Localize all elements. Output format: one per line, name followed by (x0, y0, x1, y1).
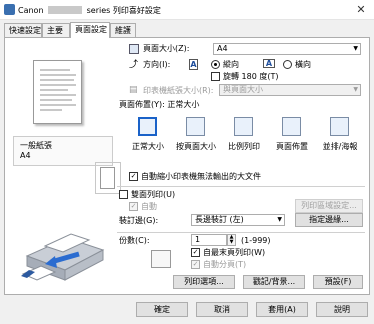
printer-paper-size-value: 與頁面大小 (223, 85, 263, 94)
page-layout-icon (282, 117, 301, 136)
cancel-button[interactable]: 取消 (196, 302, 248, 317)
chevron-down-icon: ▼ (277, 216, 282, 223)
page-setup-panel: 一般紙張 A4 頁面大小(Z): A4 ▼ ⤴ 方向(I): A 縱向 A 橫向… (4, 37, 370, 295)
landscape-label: 橫向 (295, 60, 311, 69)
copies-order-icon (151, 250, 171, 268)
collate-checkbox[interactable]: ✓ (191, 260, 200, 269)
layout-option-label: 正常大小 (132, 142, 164, 151)
page-size-value: A4 (217, 44, 228, 53)
page-layout-current: 正常大小 (167, 100, 200, 109)
binding-select[interactable]: 長邊裝訂 (左) ▼ (191, 214, 285, 226)
duplex-checkbox[interactable] (119, 190, 128, 199)
layout-option-scaled[interactable]: 比例列印 (221, 114, 267, 159)
rotate-180-checkbox[interactable] (211, 72, 220, 81)
title-bar: Canon series 列印喜好設定 ✕ (0, 0, 374, 20)
divider (117, 186, 365, 187)
binding-value: 長邊裝訂 (左) (195, 215, 244, 224)
fit-to-page-icon (186, 117, 205, 136)
landscape-radio[interactable] (283, 60, 292, 69)
ok-button[interactable]: 確定 (136, 302, 188, 317)
specify-margin-button[interactable]: 指定邊緣... (295, 213, 363, 227)
portrait-a-icon: A (189, 59, 198, 70)
window-title-prefix: Canon (18, 6, 44, 15)
page-layout-label-text: 頁面佈置(Y): (119, 100, 165, 109)
portrait-radio[interactable] (211, 60, 220, 69)
duplex-label: 雙面列印(U) (131, 190, 176, 199)
chevron-down-icon: ▼ (353, 86, 358, 93)
window-title-suffix: series 列印喜好設定 (86, 6, 161, 15)
layout-option-normal[interactable]: 正常大小 (125, 114, 171, 159)
print-area-setup-button[interactable]: 列印區域設定... (295, 199, 363, 213)
printer-illustration-icon (21, 233, 105, 281)
tab-main[interactable]: 主要 (42, 23, 70, 37)
page-size-label: 頁面大小(Z): (143, 44, 190, 53)
duplex-auto-label: 自動 (141, 202, 157, 211)
copies-stepper[interactable]: ▲ ▼ (227, 234, 236, 246)
printer-paper-size-icon: ▤ (129, 85, 138, 95)
collate-label: 自動分頁(T) (203, 260, 247, 269)
landscape-a-icon: A (263, 59, 275, 68)
paper-size-label: A4 (20, 151, 31, 160)
close-icon[interactable]: ✕ (354, 3, 368, 17)
printer-paper-size-select[interactable]: 與頁面大小 ▼ (219, 84, 361, 96)
tiling-poster-icon (330, 117, 349, 136)
defaults-button[interactable]: 預設(F) (313, 275, 363, 289)
binding-label: 裝訂邊(G): (119, 216, 159, 225)
layout-option-fit-to-page[interactable]: 按頁面大小 (173, 114, 219, 159)
printer-app-icon (4, 4, 15, 15)
tab-page-setup[interactable]: 頁面設定 (70, 22, 110, 38)
orientation-label: 方向(I): (143, 60, 171, 69)
printer-paper-size-label: 印表機紙張大小(R): (143, 86, 214, 95)
print-options-button[interactable]: 列印選項... (173, 275, 235, 289)
auto-reduce-checkbox[interactable]: ✓ (129, 172, 138, 181)
layout-option-page-layout[interactable]: 頁面佈置 (269, 114, 315, 159)
normal-size-icon (138, 117, 157, 136)
layout-option-label: 並排/海報 (322, 142, 358, 151)
layout-option-label: 按頁面大小 (176, 142, 216, 151)
stamp-background-button[interactable]: 戳記/背景... (243, 275, 305, 289)
printing-preferences-window: Canon series 列印喜好設定 ✕ 快速設定 主要 頁面設定 維護 一般… (0, 0, 374, 324)
help-button[interactable]: 說明 (316, 302, 368, 317)
auto-reduce-label: 自動縮小印表機無法輸出的大文件 (141, 172, 261, 181)
copies-value: 1 (195, 235, 201, 244)
duplex-auto-checkbox[interactable]: ✓ (129, 202, 138, 211)
copies-label: 份數(C): (119, 236, 150, 245)
copies-input[interactable]: 1 (191, 234, 227, 246)
layout-option-tiling-poster[interactable]: 並排/海報 (317, 114, 363, 159)
preview-area: 一般紙張 A4 (13, 46, 121, 294)
tab-quick-setup[interactable]: 快速設定 (4, 23, 42, 37)
last-page-first-label: 自最末頁列印(W) (203, 248, 266, 257)
layout-option-label: 比例列印 (228, 142, 260, 151)
divider (117, 232, 365, 233)
last-page-first-checkbox[interactable]: ✓ (191, 248, 200, 257)
window-title: Canon series 列印喜好設定 (18, 5, 161, 16)
apply-button[interactable]: 套用(A) (256, 302, 308, 317)
tab-maintenance[interactable]: 維護 (110, 23, 136, 37)
redacted-model-name (48, 6, 83, 14)
page-size-select[interactable]: A4 ▼ (213, 43, 361, 55)
paper-preview (33, 60, 82, 124)
scaled-print-icon (234, 117, 253, 136)
media-type-label: 一般紙張 (20, 141, 52, 150)
portrait-label: 縱向 (223, 60, 239, 69)
page-size-icon (129, 44, 139, 54)
orientation-icon: ⤴ (129, 60, 139, 70)
rotate-180-label: 旋轉 180 度(T) (223, 72, 279, 81)
chevron-down-icon: ▼ (353, 45, 358, 52)
output-paper-icon (100, 167, 115, 189)
page-layout-label: 頁面佈置(Y): 正常大小 (119, 100, 199, 110)
copies-range-label: (1-999) (241, 236, 271, 245)
layout-option-label: 頁面佈置 (276, 142, 308, 151)
